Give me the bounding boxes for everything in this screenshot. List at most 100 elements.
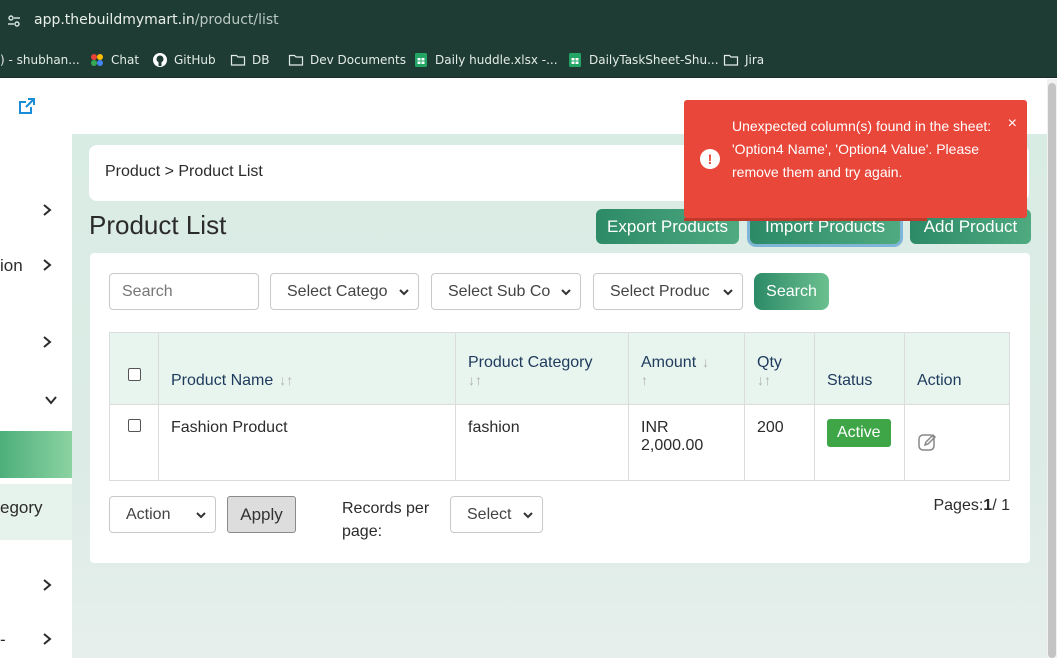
sidebar-item-1[interactable]	[0, 197, 72, 227]
table-row: Fashion Product fashion INR 2,000.00 200…	[109, 404, 1010, 481]
sort-up-icon[interactable]: ↑	[641, 372, 648, 388]
category-select-value: Select Catego	[287, 282, 388, 300]
header-label: Product Category	[468, 354, 593, 371]
sidebar-item-7[interactable]: -	[0, 626, 72, 656]
scrollbar-thumb[interactable]	[1048, 83, 1056, 658]
bookmark-daily-huddle[interactable]: Daily huddle.xlsx -...	[413, 51, 558, 69]
sidebar-item-label: egory	[0, 498, 43, 517]
product-list-card: Search Select Catego Select Sub Co Selec…	[90, 253, 1030, 563]
external-link-icon[interactable]	[18, 97, 36, 115]
chevron-right-icon	[43, 204, 52, 216]
sheets-icon	[415, 53, 427, 67]
cell-action	[904, 404, 1010, 481]
pages-label: Pages:	[933, 497, 984, 514]
edit-icon[interactable]	[917, 431, 939, 453]
row-checkbox[interactable]	[127, 419, 141, 432]
bookmark-label: ) - shubhan...	[0, 53, 80, 67]
status-badge[interactable]: Active	[827, 419, 891, 447]
bookmark-label: DB	[252, 53, 270, 67]
header-status: Status	[814, 332, 905, 405]
bookmark-jira[interactable]: Jira	[723, 51, 764, 69]
header-amount[interactable]: Amount ↓ ↑	[628, 332, 745, 405]
header-product-category[interactable]: Product Category ↓↑	[455, 332, 629, 405]
bookmark-shubhan[interactable]: ) - shubhan...	[0, 51, 80, 69]
cell-amount: INR 2,000.00	[628, 404, 745, 481]
header-label: Product Name	[171, 372, 274, 389]
url-path: /product/list	[194, 12, 279, 28]
records-per-page-line: page:	[342, 523, 383, 540]
toast-message: Unexpected column(s) found in the sheet:…	[732, 118, 992, 180]
header-product-name[interactable]: Product Name ↓↑	[158, 332, 456, 405]
bulk-action-value: Action	[126, 505, 171, 523]
alert-icon: !	[700, 149, 720, 169]
product-select-value: Select Produc	[610, 282, 710, 300]
sub-category-select-value: Select Sub Co	[448, 282, 551, 300]
folder-icon	[230, 54, 246, 66]
category-select[interactable]: Select Catego	[270, 273, 419, 310]
sidebar-item-label: ion	[0, 256, 23, 275]
sidebar-item-6[interactable]	[0, 572, 72, 602]
row-select-cell	[109, 404, 159, 481]
bookmark-label: Dev Documents	[310, 53, 406, 67]
chevron-right-icon	[43, 336, 52, 348]
search-input[interactable]: Search	[109, 273, 259, 310]
chevron-down-icon	[45, 396, 57, 405]
chevron-down-icon	[560, 286, 572, 298]
bookmark-label: DailyTaskSheet-Shu...	[589, 53, 719, 67]
table-header-row: Product Name ↓↑ Product Category ↓↑ Amount…	[109, 332, 1010, 405]
sidebar-subitem-active[interactable]	[0, 431, 72, 478]
scrollbar[interactable]	[1047, 79, 1057, 658]
sort-icon[interactable]: ↓↑	[468, 372, 482, 388]
site-settings-icon[interactable]	[6, 13, 22, 29]
folder-icon	[723, 54, 739, 66]
bookmark-github[interactable]: GitHub	[152, 51, 216, 69]
sidebar-item-label: -	[0, 630, 6, 649]
records-per-page-label: Records per page:	[342, 497, 429, 543]
bookmark-label: Jira	[745, 53, 765, 67]
bookmark-db[interactable]: DB	[230, 51, 269, 69]
chevron-right-icon	[43, 259, 52, 271]
sort-icon[interactable]: ↓↑	[279, 372, 293, 388]
records-per-page-select[interactable]: Select	[450, 496, 543, 533]
cell-qty: 200	[744, 404, 815, 481]
select-all-checkbox[interactable]	[127, 368, 141, 381]
search-button[interactable]: Search	[754, 273, 829, 310]
header-label: Qty	[757, 354, 782, 371]
breadcrumb: Product > Product List	[105, 163, 263, 180]
browser-url-bar: app.thebuildmymart.in/product/list	[0, 0, 1057, 42]
toast-progress-bar	[684, 218, 927, 221]
chevron-down-icon	[722, 286, 734, 298]
sidebar-subitem-category[interactable]: egory	[0, 484, 72, 540]
address-field[interactable]: app.thebuildmymart.in/product/list	[34, 12, 279, 28]
close-icon[interactable]: ×	[1008, 112, 1017, 135]
chevron-down-icon	[522, 509, 534, 521]
page-title: Product List	[89, 210, 227, 240]
sheets-icon	[569, 53, 581, 67]
pagination-info: Pages:1/ 1	[933, 497, 1010, 515]
cell-product-name: Fashion Product	[158, 404, 456, 481]
url-host: app.thebuildmymart.in	[34, 12, 195, 28]
apply-button[interactable]: Apply	[227, 496, 296, 533]
chat-icon	[91, 54, 103, 66]
bulk-action-select[interactable]: Action	[109, 496, 216, 533]
cell-status: Active	[814, 404, 905, 481]
header-qty[interactable]: Qty ↓↑	[744, 332, 815, 405]
bookmark-chat[interactable]: Chat	[89, 51, 139, 69]
pages-current: 1	[983, 497, 993, 514]
header-action: Action	[904, 332, 1010, 405]
sidebar-item-4[interactable]	[0, 387, 72, 417]
product-table: Product Name ↓↑ Product Category ↓↑ Amount…	[109, 332, 1010, 481]
chevron-right-icon	[43, 633, 52, 645]
bookmark-daily-task-sheet[interactable]: DailyTaskSheet-Shu...	[567, 51, 719, 69]
sidebar-item-3[interactable]	[0, 329, 72, 359]
bookmark-label: GitHub	[174, 53, 216, 67]
product-select[interactable]: Select Produc	[593, 273, 743, 310]
chevron-right-icon	[43, 579, 52, 591]
sidebar-item-2[interactable]: ion	[0, 252, 72, 282]
bookmark-label: Daily huddle.xlsx -...	[435, 53, 558, 67]
sort-icon[interactable]: ↓↑	[757, 372, 771, 388]
bookmark-dev-documents[interactable]: Dev Documents	[288, 51, 406, 69]
sort-down-icon[interactable]: ↓	[702, 354, 709, 370]
records-per-page-line: Records per	[342, 500, 430, 517]
sub-category-select[interactable]: Select Sub Co	[431, 273, 581, 310]
